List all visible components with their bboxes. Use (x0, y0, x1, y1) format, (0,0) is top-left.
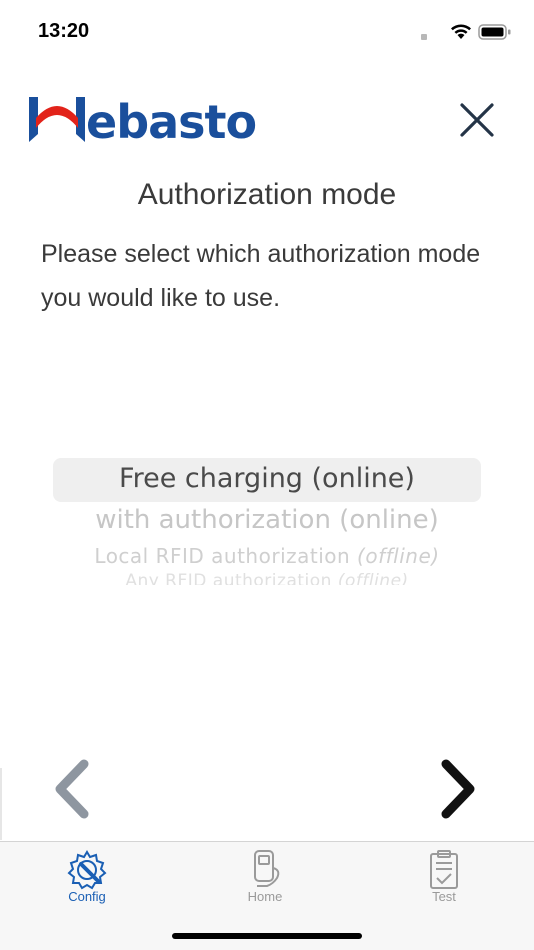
signal-icon (421, 34, 427, 40)
config-gear-wrench-icon (67, 850, 107, 890)
close-icon[interactable] (455, 98, 499, 142)
tab-config-label: Config (68, 889, 106, 904)
page-title: Authorization mode (137, 178, 397, 211)
tab-test-label: Test (432, 889, 456, 904)
clipboard-check-icon (430, 850, 458, 889)
webasto-logo: ebasto (29, 95, 257, 149)
status-time: 13:20 (38, 20, 90, 42)
tab-home[interactable]: Home (205, 842, 325, 912)
chevron-left-icon[interactable] (50, 758, 98, 820)
chevron-right-icon[interactable] (432, 758, 480, 820)
status-bar: 13:20 (0, 0, 534, 62)
picker-option-with-authorization[interactable]: with authorization (online) (0, 505, 534, 535)
edge-divider (0, 768, 2, 840)
charger-icon (254, 850, 280, 887)
svg-text:ebasto: ebasto (86, 95, 256, 149)
authorization-mode-picker[interactable]: Free charging (online) with authorizatio… (0, 455, 534, 590)
battery-icon (478, 24, 511, 40)
page-description: Please select which authorization mode y… (41, 240, 481, 312)
wifi-icon (451, 24, 471, 39)
tab-test[interactable]: Test (384, 842, 504, 912)
picker-option-free-charging[interactable]: Free charging (online) (0, 463, 534, 494)
home-indicator[interactable] (172, 933, 362, 939)
picker-option-local-rfid[interactable]: Local RFID authorization (offline) (0, 544, 534, 568)
tab-config[interactable]: Config (27, 842, 147, 912)
tab-home-label: Home (247, 889, 283, 904)
picker-option-any-rfid[interactable]: Any RFID authorization (offline) (0, 571, 534, 585)
